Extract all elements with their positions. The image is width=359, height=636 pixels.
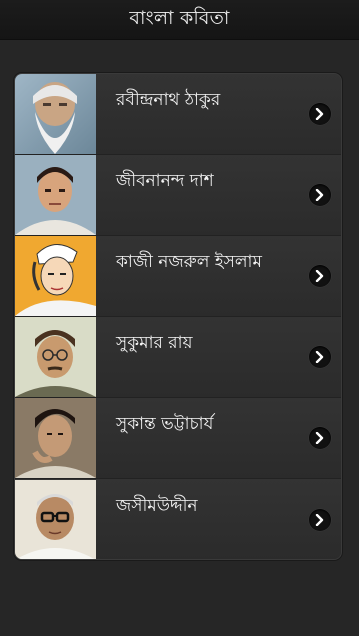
- portrait-sukanta-icon: [15, 398, 96, 478]
- portrait-sukumar-icon: [15, 317, 96, 397]
- poet-name: সুকুমার রায়: [116, 333, 193, 353]
- portrait-jasimuddin-icon: [15, 479, 96, 559]
- poet-row-sukumar[interactable]: সুকুমার রায়: [15, 317, 341, 398]
- app-screen: বাংলা কবিতা রবীন্দ্রনাথ ঠাকুর জীবনানন্দ …: [0, 0, 359, 636]
- poet-name: সুকান্ত ভট্টাচার্য: [116, 414, 214, 434]
- chevron-right-icon[interactable]: [309, 265, 331, 287]
- chevron-right-icon[interactable]: [309, 346, 331, 368]
- portrait-jibanananda-icon: [15, 155, 96, 235]
- poet-row-rabindranath[interactable]: রবীন্দ্রনাথ ঠাকুর: [15, 74, 341, 155]
- title-bar: বাংলা কবিতা: [0, 0, 359, 40]
- page-title: বাংলা কবিতা: [129, 6, 230, 29]
- chevron-right-icon[interactable]: [309, 508, 331, 531]
- portrait-rabindranath-icon: [15, 74, 96, 154]
- poet-name: কাজী নজরুল ইসলাম: [116, 252, 262, 272]
- poet-name: জীবনানন্দ দাশ: [116, 171, 214, 191]
- chevron-right-icon[interactable]: [309, 103, 331, 125]
- poet-row-sukanta[interactable]: সুকান্ত ভট্টাচার্য: [15, 398, 341, 479]
- poet-list: রবীন্দ্রনাথ ঠাকুর জীবনানন্দ দাশ কাজী নজর…: [14, 73, 342, 560]
- chevron-right-icon[interactable]: [309, 427, 331, 449]
- portrait-nazrul-icon: [15, 236, 96, 316]
- poet-row-jibanananda[interactable]: জীবনানন্দ দাশ: [15, 155, 341, 236]
- poet-name: জসীমউদ্দীন: [116, 495, 198, 516]
- poet-name: রবীন্দ্রনাথ ঠাকুর: [116, 90, 221, 110]
- poet-row-jasimuddin[interactable]: জসীমউদ্দীন: [15, 479, 341, 559]
- poet-row-nazrul[interactable]: কাজী নজরুল ইসলাম: [15, 236, 341, 317]
- chevron-right-icon[interactable]: [309, 184, 331, 206]
